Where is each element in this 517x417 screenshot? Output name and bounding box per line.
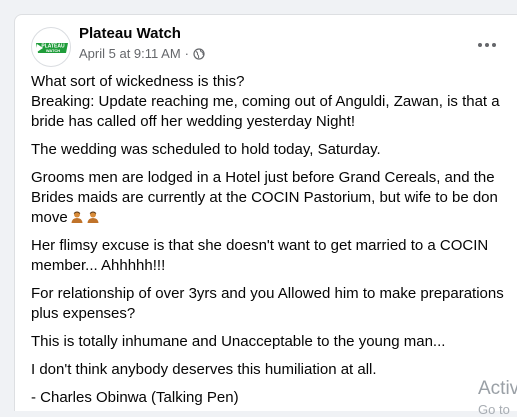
avatar-logo-text-bottom: WATCH <box>46 48 60 53</box>
post-paragraph-text: Grooms men are lodged in a Hotel just be… <box>31 169 498 226</box>
post-paragraph: For relationship of over 3yrs and you Al… <box>31 285 504 322</box>
person-shrugging-icon <box>86 210 100 224</box>
post-card: PLATEAU WATCH Plateau Watch April 5 at 9… <box>14 14 517 411</box>
post-meta: April 5 at 9:11 AM · <box>79 46 205 61</box>
author-name[interactable]: Plateau Watch <box>79 25 181 42</box>
globe-icon <box>193 47 205 60</box>
post-paragraph: This is totally inhumane and Unacceptabl… <box>31 333 446 350</box>
page-avatar[interactable]: PLATEAU WATCH <box>31 27 71 67</box>
activate-windows-subtext: Go to <box>478 402 510 417</box>
post-header: PLATEAU WATCH Plateau Watch April 5 at 9… <box>15 15 517 75</box>
post-body: What sort of wickedness is this? Breakin… <box>31 72 511 411</box>
post-paragraph: I don't think anybody deserves this humi… <box>31 361 377 378</box>
post-date[interactable]: April 5 at 9:11 AM <box>79 46 181 61</box>
post-line-question: What sort of wickedness is this? <box>31 73 245 90</box>
activate-windows-watermark: Activ <box>478 378 517 399</box>
post-line-breaking: Breaking: Update reaching me, coming out… <box>31 93 500 130</box>
meta-separator: · <box>184 46 189 61</box>
more-options-icon[interactable] <box>473 31 501 59</box>
post-paragraph: Grooms men are lodged in a Hotel just be… <box>31 168 511 228</box>
post-paragraph: Her flimsy excuse is that she doesn't wa… <box>31 237 489 274</box>
person-shrugging-icon <box>70 210 84 224</box>
post-paragraph: The wedding was scheduled to hold today,… <box>31 141 381 158</box>
post-paragraph-intro: What sort of wickedness is this? Breakin… <box>31 72 511 132</box>
post-signature: - Charles Obinwa (Talking Pen) <box>31 389 239 406</box>
